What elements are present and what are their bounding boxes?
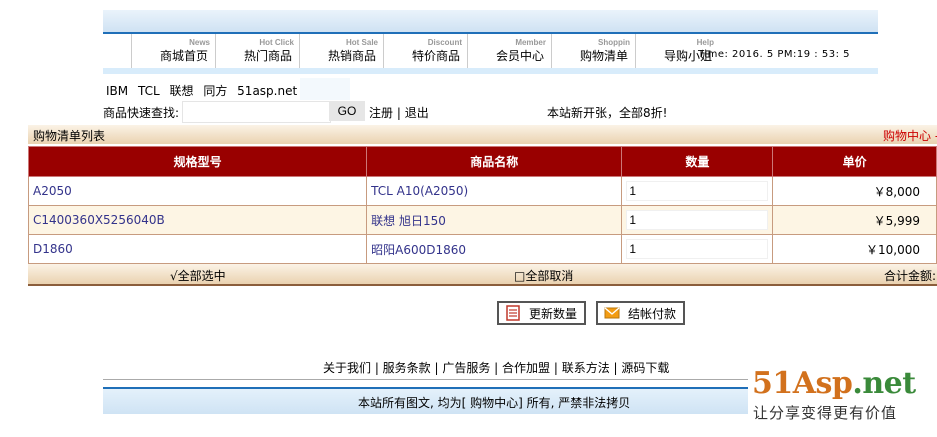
quantity-cell xyxy=(621,176,774,206)
search-input[interactable] xyxy=(182,101,331,123)
quantity-input[interactable] xyxy=(626,181,769,201)
nav-item-label: 购物清单 xyxy=(580,49,629,63)
total-label: 合计金额: xyxy=(884,269,937,283)
watermark-logo: 51Asp.net xyxy=(752,366,916,401)
table-row: D1860 昭阳A600D1860 ￥10,000 xyxy=(27,234,937,264)
list-title-bar xyxy=(28,125,937,144)
brand-link-51asp[interactable]: 51asp.net xyxy=(237,84,297,98)
clock-text: Time: 2016. 5 PM:19 : 53: 5 xyxy=(698,49,850,60)
list-title: 购物清单列表 xyxy=(33,129,106,143)
checkout-button[interactable]: 结帐付款 xyxy=(596,301,685,325)
auth-links: 注册 | 退出 xyxy=(369,104,429,121)
promo-notice: 本站新开张，全部8折! xyxy=(547,106,668,120)
nav-item-en: News xyxy=(189,38,210,47)
nav-item-label: 热销商品 xyxy=(328,49,377,63)
brand-link-ibm[interactable]: IBM xyxy=(106,84,128,98)
select-all-button[interactable]: √全部选中 xyxy=(170,267,226,284)
nav-item-discount[interactable]: Discount 特价商品 xyxy=(383,34,468,68)
column-header: 商品名称 xyxy=(366,146,623,177)
product-name-link[interactable]: TCL A10(A2050) xyxy=(366,176,623,206)
nav-item-en: Shoppin xyxy=(598,38,630,47)
quantity-cell xyxy=(621,205,774,235)
top-banner xyxy=(103,10,878,34)
table-row: A2050 TCL A10(A2050) ￥8,000 xyxy=(27,176,937,206)
model-link[interactable]: D1860 xyxy=(27,234,368,264)
copyright-text: 本站所有图文, 均为[ 购物中心] 所有, 严禁非法拷贝 xyxy=(358,396,631,410)
watermark-logo-main: 51Asp xyxy=(752,366,853,401)
nav-item-en: Help xyxy=(696,38,714,47)
logout-link[interactable]: 退出 xyxy=(405,106,429,120)
price-cell: ￥8,000 xyxy=(772,176,937,206)
price-cell: ￥5,999 xyxy=(772,205,937,235)
brand-links: IBM TCL 联想 同方 51asp.net xyxy=(106,82,303,99)
search-label: 商品快速查找: xyxy=(103,106,180,120)
cart-table: 规格型号 商品名称 数量 单价 A2050 TCL A10(A2050) ￥8,… xyxy=(27,146,937,264)
envelope-icon xyxy=(604,307,620,319)
nav-item-hot-click[interactable]: Hot Click 热门商品 xyxy=(215,34,300,68)
nav-divider xyxy=(103,68,878,74)
cart-footer-bar xyxy=(28,264,937,286)
shopping-center-link[interactable]: 购物中心 - xyxy=(883,127,937,144)
footer-links[interactable]: 关于我们 | 服务条款 | 广告服务 | 合作加盟 | 联系方法 | 源码下载 xyxy=(323,359,669,376)
nav-item-label: 热门商品 xyxy=(244,49,293,63)
nav-item-label: 特价商品 xyxy=(412,49,461,63)
quantity-input[interactable] xyxy=(626,239,769,259)
update-quantity-label: 更新数量 xyxy=(529,306,578,321)
table-row: C1400360X5256040B 联想 旭日150 ￥5,999 xyxy=(27,205,937,235)
update-quantity-button[interactable]: 更新数量 xyxy=(497,301,586,325)
checkout-label: 结帐付款 xyxy=(628,306,677,321)
brand-banner xyxy=(300,78,350,100)
brand-link-tcl[interactable]: TCL xyxy=(138,84,160,98)
nav-item-en: Hot Sale xyxy=(345,38,378,47)
go-button[interactable]: GO xyxy=(329,101,365,121)
model-link[interactable]: C1400360X5256040B xyxy=(27,205,368,235)
product-name-link[interactable]: 联想 旭日150 xyxy=(366,205,623,235)
nav-item-label: 商城首页 xyxy=(160,49,209,63)
nav-item-home[interactable]: News 商城首页 xyxy=(131,34,216,68)
column-header: 数量 xyxy=(621,146,774,177)
model-link[interactable]: A2050 xyxy=(27,176,368,206)
watermark-slogan: 让分享变得更有价值 xyxy=(753,404,898,422)
table-header-row: 规格型号 商品名称 数量 单价 xyxy=(27,146,937,177)
nav-item-hot-sale[interactable]: Hot Sale 热销商品 xyxy=(299,34,384,68)
column-header: 单价 xyxy=(772,146,937,177)
nav-item-member[interactable]: Member 会员中心 xyxy=(467,34,552,68)
deselect-all-button[interactable]: □全部取消 xyxy=(514,267,573,284)
register-link[interactable]: 注册 xyxy=(369,106,393,120)
nav-item-en: Member xyxy=(515,38,546,47)
price-cell: ￥10,000 xyxy=(772,234,937,264)
nav-item-en: Hot Click xyxy=(259,38,294,47)
link-separator: | xyxy=(393,106,405,120)
product-name-link[interactable]: 昭阳A600D1860 xyxy=(366,234,623,264)
brand-link-tongfang[interactable]: 同方 xyxy=(203,84,227,98)
nav-item-label: 会员中心 xyxy=(496,49,545,63)
quantity-input[interactable] xyxy=(626,210,769,230)
column-header: 规格型号 xyxy=(27,146,368,177)
quantity-cell xyxy=(621,234,774,264)
watermark-logo-tail: .net xyxy=(852,366,916,401)
nav-item-shopping-list[interactable]: Shoppin 购物清单 xyxy=(551,34,636,68)
notepad-icon xyxy=(506,305,520,321)
nav-item-en: Discount xyxy=(427,38,462,47)
brand-link-lenovo[interactable]: 联想 xyxy=(169,84,193,98)
